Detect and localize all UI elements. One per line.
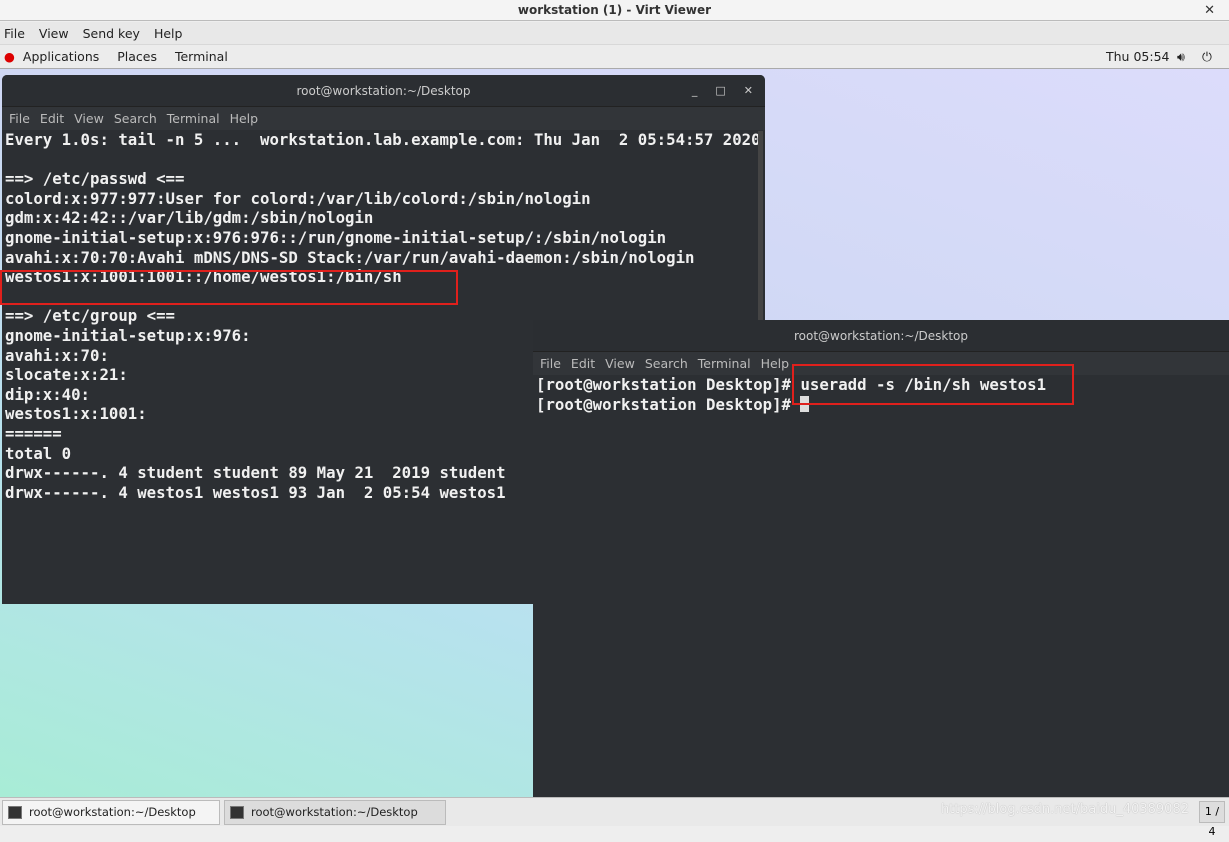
prompt: [root@workstation Desktop]#	[536, 375, 801, 394]
menu-view[interactable]: View	[74, 111, 104, 126]
minimize-icon[interactable]: _	[692, 84, 698, 97]
taskbar-item[interactable]: root@workstation:~/Desktop	[224, 800, 446, 825]
menu-terminal[interactable]: Terminal	[167, 111, 220, 126]
menu-edit[interactable]: Edit	[40, 111, 64, 126]
power-icon[interactable]: ⏻	[1202, 45, 1212, 68]
terminal-titlebar: root@workstation:~/Desktop	[533, 320, 1229, 352]
menu-view[interactable]: View	[39, 26, 69, 41]
menu-file[interactable]: File	[9, 111, 30, 126]
terminal-titlebar: root@workstation:~/Desktop _ □ ✕	[2, 75, 765, 107]
menu-send-key[interactable]: Send key	[83, 26, 140, 41]
menu-help[interactable]: Help	[230, 111, 259, 126]
menu-edit[interactable]: Edit	[571, 356, 595, 371]
viewer-menubar: File View Send key Help	[0, 22, 1229, 45]
taskbar-label: root@workstation:~/Desktop	[29, 805, 196, 819]
terminal-menubar: File Edit View Search Terminal Help	[2, 107, 765, 130]
clock[interactable]: Thu 05:54	[1106, 45, 1169, 68]
menu-search[interactable]: Search	[645, 356, 688, 371]
applications-menu[interactable]: Applications	[23, 49, 99, 64]
terminal-menu[interactable]: Terminal	[175, 49, 228, 64]
taskbar-item[interactable]: root@workstation:~/Desktop	[2, 800, 220, 825]
highlight-box-command	[792, 364, 1074, 405]
menu-file[interactable]: File	[540, 356, 561, 371]
gnome-top-bar: ● Applications Places Terminal Thu 05:54…	[0, 45, 1229, 69]
close-icon[interactable]: ✕	[744, 84, 753, 97]
viewer-title: workstation (1) - Virt Viewer	[517, 3, 712, 17]
workspace-pager[interactable]: 1 / 4	[1199, 801, 1225, 838]
terminal-icon	[8, 806, 22, 819]
viewer-titlebar: workstation (1) - Virt Viewer ✕	[0, 0, 1229, 21]
watermark: https://blog.csdn.net/baidu_40389082	[940, 802, 1189, 817]
menu-view[interactable]: View	[605, 356, 635, 371]
maximize-icon[interactable]: □	[715, 84, 725, 97]
prompt: [root@workstation Desktop]#	[536, 394, 801, 414]
taskbar-label: root@workstation:~/Desktop	[251, 805, 418, 819]
terminal-title: root@workstation:~/Desktop	[793, 329, 969, 343]
redhat-icon: ●	[4, 49, 15, 64]
menu-help[interactable]: Help	[761, 356, 790, 371]
menu-file[interactable]: File	[4, 26, 25, 41]
places-menu[interactable]: Places	[117, 49, 157, 64]
menu-search[interactable]: Search	[114, 111, 157, 126]
taskbar: root@workstation:~/Desktop root@workstat…	[0, 797, 1229, 838]
highlight-box-passwd	[0, 270, 458, 305]
close-icon[interactable]: ✕	[1204, 0, 1215, 21]
terminal-icon	[230, 806, 244, 819]
volume-icon[interactable]: 🔊︎	[1177, 45, 1185, 68]
terminal-title: root@workstation:~/Desktop	[296, 84, 471, 98]
menu-help[interactable]: Help	[154, 26, 183, 41]
menu-terminal[interactable]: Terminal	[698, 356, 751, 371]
